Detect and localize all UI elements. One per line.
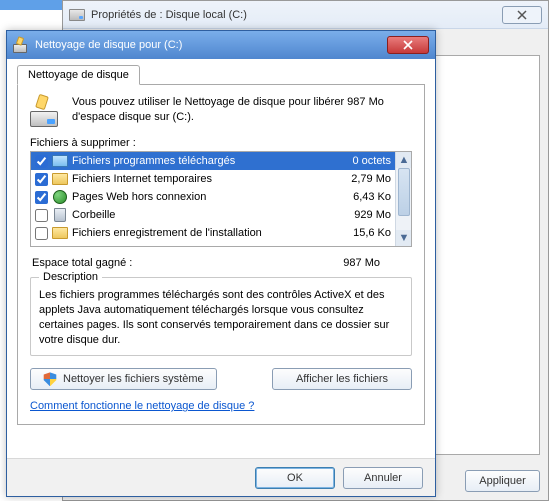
help-link[interactable]: Comment fonctionne le nettoyage de disqu…: [30, 400, 254, 412]
file-row-checkbox[interactable]: [35, 209, 48, 222]
file-row-label: Corbeille: [72, 209, 317, 221]
ok-button[interactable]: OK: [255, 467, 335, 489]
total-value: 987 Mo: [343, 257, 380, 269]
action-buttons: Nettoyer les fichiers système Afficher l…: [30, 368, 412, 390]
folder-icon: [52, 153, 68, 169]
folder-icon: [52, 171, 68, 187]
file-row-label: Fichiers programmes téléchargés: [72, 155, 317, 167]
file-row-size: 6,43 Ko: [321, 191, 391, 203]
file-row-size: 929 Mo: [321, 209, 391, 221]
description-group: Description Les fichiers programmes télé…: [30, 277, 412, 356]
cleanup-panel: Vous pouvez utiliser le Nettoyage de dis…: [17, 84, 425, 425]
file-row[interactable]: Pages Web hors connexion 6,43 Ko: [31, 188, 395, 206]
close-icon: [517, 10, 527, 20]
file-row-checkbox[interactable]: [35, 173, 48, 186]
file-row-size: 0 octets: [321, 155, 391, 167]
properties-titlebar[interactable]: Propriétés de : Disque local (C:): [63, 1, 548, 29]
clean-system-files-button[interactable]: Nettoyer les fichiers système: [30, 368, 217, 390]
drive-icon: [69, 9, 85, 21]
cleanup-titlebar[interactable]: Nettoyage de disque pour (C:): [7, 31, 435, 59]
recycle-bin-icon: [52, 207, 68, 223]
globe-icon: [52, 189, 68, 205]
cleanup-footer: OK Annuler: [7, 458, 435, 496]
file-row-checkbox[interactable]: [35, 155, 48, 168]
properties-title: Propriétés de : Disque local (C:): [91, 9, 247, 21]
view-files-button[interactable]: Afficher les fichiers: [272, 368, 412, 390]
files-to-delete-label: Fichiers à supprimer :: [30, 137, 412, 149]
cancel-button[interactable]: Annuler: [343, 467, 423, 489]
cleanup-body: Nettoyage de disque Vous pouvez utiliser…: [7, 59, 435, 458]
intro-row: Vous pouvez utiliser le Nettoyage de dis…: [30, 95, 412, 127]
folder-icon: [52, 225, 68, 241]
cleanup-title: Nettoyage de disque pour (C:): [35, 39, 182, 51]
description-title: Description: [39, 271, 102, 283]
file-row-size: 2,79 Mo: [321, 173, 391, 185]
cleanup-window: Nettoyage de disque pour (C:) Nettoyage …: [6, 30, 436, 497]
file-row-label: Pages Web hors connexion: [72, 191, 317, 203]
clean-system-files-label: Nettoyer les fichiers système: [63, 373, 204, 385]
file-row[interactable]: Fichiers enregistrement de l'installatio…: [31, 224, 395, 242]
scroll-up-icon[interactable]: ▲: [396, 152, 412, 168]
file-row[interactable]: Fichiers Internet temporaires 2,79 Mo: [31, 170, 395, 188]
cleanup-close-button[interactable]: [387, 36, 429, 54]
intro-text: Vous pouvez utiliser le Nettoyage de dis…: [72, 95, 412, 125]
file-row-checkbox[interactable]: [35, 191, 48, 204]
file-list: Fichiers programmes téléchargés0 octetsF…: [30, 151, 412, 247]
scrollbar[interactable]: ▲ ▼: [395, 152, 411, 246]
file-row-size: 15,6 Ko: [321, 227, 391, 239]
total-label: Espace total gagné :: [32, 257, 132, 269]
file-row-checkbox[interactable]: [35, 227, 48, 240]
file-row[interactable]: Corbeille 929 Mo: [31, 206, 395, 224]
apply-button[interactable]: Appliquer: [465, 470, 540, 492]
file-row-label: Fichiers enregistrement de l'installatio…: [72, 227, 317, 239]
description-text: Les fichiers programmes téléchargés sont…: [39, 288, 403, 347]
file-row[interactable]: Fichiers programmes téléchargés 0 octets: [31, 152, 395, 170]
scroll-down-icon[interactable]: ▼: [396, 230, 412, 246]
tab-cleanup[interactable]: Nettoyage de disque: [17, 65, 140, 85]
total-row: Espace total gagné : 987 Mo: [32, 257, 410, 269]
cleanup-icon: [13, 37, 29, 53]
cleanup-tabs: Nettoyage de disque: [17, 65, 425, 85]
properties-footer: Appliquer: [465, 470, 540, 492]
properties-close-button[interactable]: [502, 6, 542, 24]
file-row-label: Fichiers Internet temporaires: [72, 173, 317, 185]
scroll-thumb[interactable]: [398, 168, 410, 216]
close-icon: [403, 40, 413, 50]
shield-icon: [43, 372, 57, 386]
cleanup-big-icon: [30, 95, 62, 127]
background-window-sliver: [0, 0, 62, 10]
